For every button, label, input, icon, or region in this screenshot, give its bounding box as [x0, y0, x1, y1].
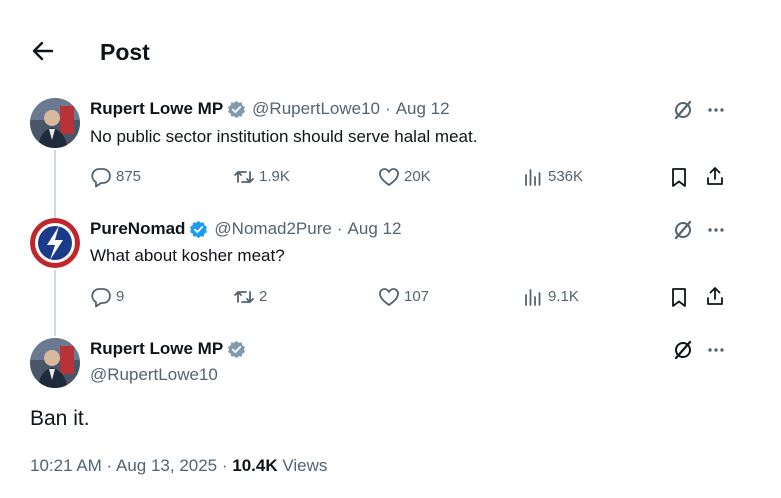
more-options-icon[interactable] [704, 219, 728, 241]
verified-badge-icon [228, 340, 246, 358]
retweet-icon [234, 291, 254, 303]
user-handle[interactable]: @RupertLowe10 [252, 98, 380, 120]
more-options-icon[interactable] [704, 99, 728, 121]
heart-icon [379, 168, 399, 186]
like-count: 107 [404, 288, 430, 305]
retweet-icon [234, 171, 254, 183]
avatar-image [30, 338, 80, 388]
display-name[interactable]: Rupert Lowe MP [90, 338, 223, 360]
retweet-count: 2 [259, 288, 268, 305]
tweet-actions: 9 2 107 9.1K [90, 285, 740, 309]
tweet-date[interactable]: Aug 12 [348, 218, 402, 240]
analytics-icon [525, 289, 541, 306]
verified-badge-icon [190, 220, 208, 238]
main-view-count: 10.4K [232, 456, 278, 475]
separator-dot: · [385, 99, 391, 118]
grok-icon[interactable] [672, 339, 694, 361]
main-tweet-text: Ban it. [30, 407, 90, 430]
like-count: 20K [404, 168, 431, 185]
reply-count: 875 [116, 168, 142, 185]
views-button[interactable]: 9.1K [522, 285, 579, 309]
reply-button[interactable]: 875 [90, 165, 141, 189]
page-title: Post [100, 39, 150, 65]
bookmark-icon[interactable] [668, 286, 690, 308]
avatar[interactable] [30, 218, 80, 268]
view-count: 9.1K [548, 288, 579, 305]
tweet-date[interactable]: Aug 12 [396, 98, 450, 120]
like-button[interactable]: 20K [378, 165, 431, 189]
views-label: Views [277, 456, 328, 475]
page-header: Post [0, 0, 781, 100]
more-options-icon[interactable] [704, 339, 728, 361]
reply-count: 9 [116, 288, 125, 305]
tweet-meta: 10:21 AM · Aug 13, 2025 · 10.4K Views [30, 455, 327, 477]
retweet-button[interactable]: 1.9K [233, 165, 290, 189]
display-name[interactable]: PureNomad [90, 218, 185, 240]
reply-icon [91, 288, 111, 308]
grok-icon[interactable] [672, 99, 694, 121]
separator-dot: · [336, 219, 343, 238]
tweet-text: What about kosher meat? [90, 246, 285, 265]
analytics-icon [525, 169, 541, 186]
heart-icon [379, 288, 399, 306]
tweet-header: PureNomad @Nomad2Pure · Aug 12 [90, 218, 401, 240]
reply-icon [91, 168, 111, 188]
views-button[interactable]: 536K [522, 165, 583, 189]
grok-icon[interactable] [672, 219, 694, 241]
verified-badge-icon [228, 100, 246, 118]
share-icon[interactable] [704, 165, 726, 187]
retweet-count: 1.9K [259, 168, 290, 185]
tweet-header: Rupert Lowe MP @RupertLowe10 · Aug 12 [90, 98, 450, 120]
tweet-header: Rupert Lowe MP [90, 338, 252, 360]
avatar[interactable] [30, 98, 80, 148]
like-button[interactable]: 107 [378, 285, 429, 309]
reply-button[interactable]: 9 [90, 285, 124, 309]
share-icon[interactable] [704, 285, 726, 307]
tweet-timestamp[interactable]: 10:21 AM · Aug 13, 2025 · [30, 456, 232, 475]
display-name[interactable]: Rupert Lowe MP [90, 98, 223, 120]
back-arrow-icon[interactable] [28, 38, 58, 64]
tweet-actions: 875 1.9K 20K 536K [90, 165, 740, 189]
bookmark-icon[interactable] [668, 166, 690, 188]
thread-line [54, 150, 56, 218]
avatar[interactable] [30, 338, 80, 388]
view-count: 536K [548, 168, 584, 185]
user-handle[interactable]: @RupertLowe10 [90, 364, 218, 386]
avatar-image [30, 218, 80, 268]
thread-line [54, 270, 56, 336]
user-handle[interactable]: @Nomad2Pure [214, 218, 331, 240]
tweet-text: No public sector institution should serv… [90, 127, 478, 146]
retweet-button[interactable]: 2 [233, 285, 267, 309]
avatar-image [30, 98, 80, 148]
